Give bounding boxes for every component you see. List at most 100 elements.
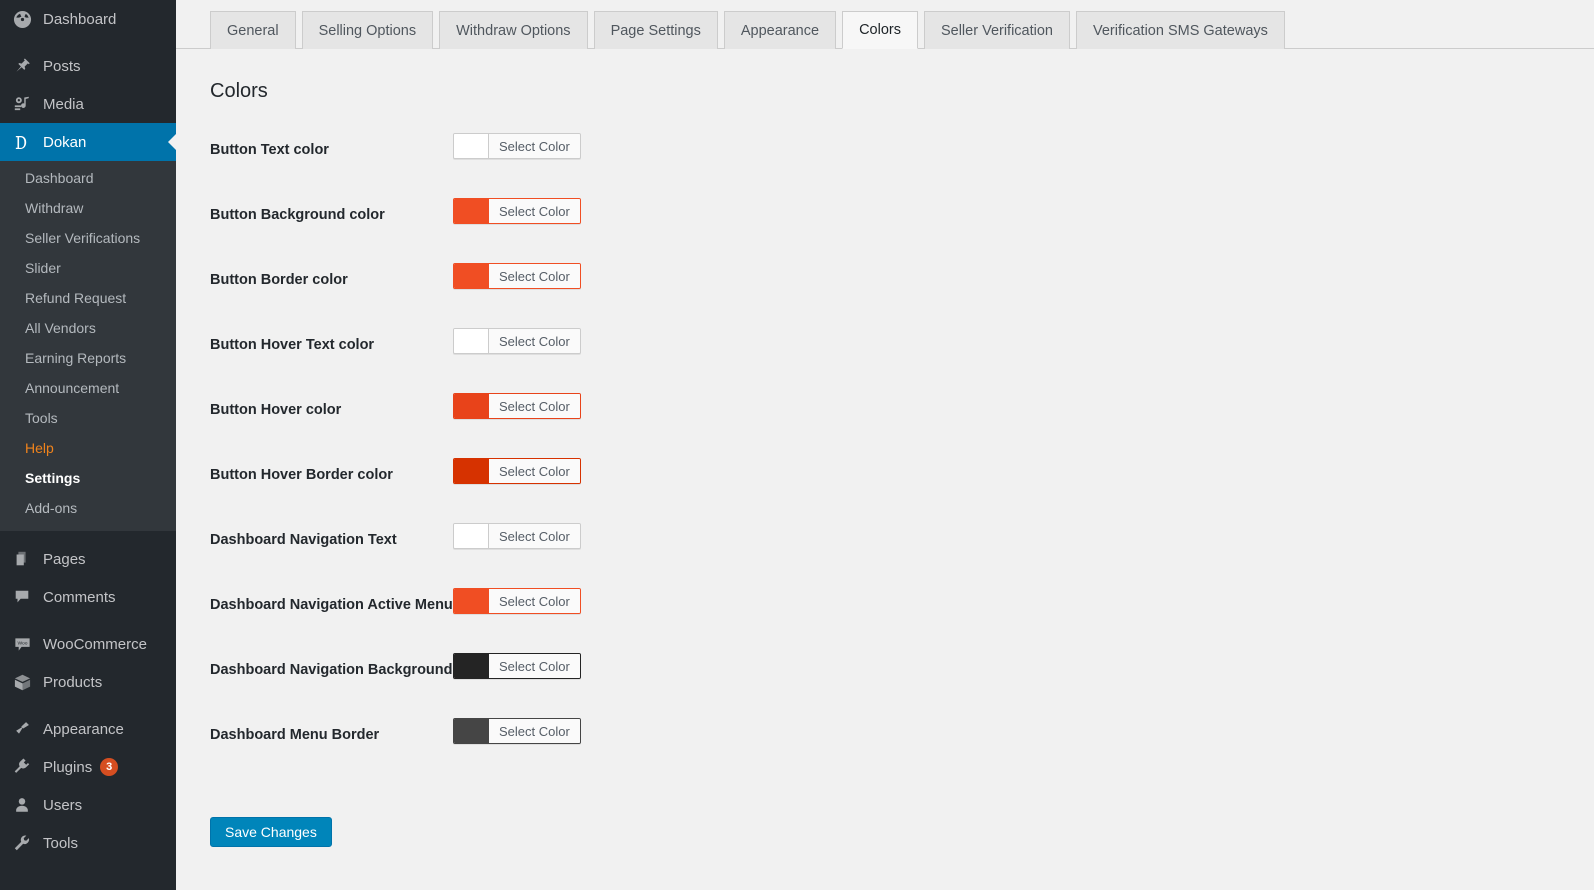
field-control: Select Color	[453, 523, 581, 553]
sidebar-item-label: Posts	[43, 57, 81, 75]
save-changes-button[interactable]: Save Changes	[210, 817, 332, 847]
color-swatch	[454, 524, 489, 548]
sidebar-item-plugins[interactable]: Plugins 3	[0, 748, 176, 786]
field-label: Button Hover Text color	[210, 337, 375, 353]
field-row-button-hover-color: Button Hover color Select Color	[210, 393, 1594, 458]
field-label: Dashboard Navigation Background	[210, 662, 453, 678]
pages-icon	[11, 548, 33, 570]
svg-text:Woo: Woo	[17, 640, 27, 646]
field-control: Select Color	[453, 198, 581, 228]
submenu-item-slider[interactable]: Slider	[0, 253, 176, 283]
color-swatch	[454, 199, 489, 223]
field-label: Button Text color	[210, 142, 329, 158]
color-picker-button-background-color[interactable]: Select Color	[453, 198, 581, 224]
submenu-item-withdraw[interactable]: Withdraw	[0, 193, 176, 223]
tab-withdraw-options[interactable]: Withdraw Options	[439, 11, 588, 49]
color-picker-dashboard-navigation-background[interactable]: Select Color	[453, 653, 581, 679]
user-icon	[11, 794, 33, 816]
dokan-submenu: Dashboard Withdraw Seller Verifications …	[0, 161, 176, 531]
products-box-icon	[11, 671, 33, 693]
field-row-button-hover-border-color: Button Hover Border color Select Color	[210, 458, 1594, 523]
select-color-button[interactable]: Select Color	[489, 394, 580, 418]
submenu-item-tools[interactable]: Tools	[0, 403, 176, 433]
field-label: Dashboard Menu Border	[210, 727, 380, 743]
sidebar-item-media[interactable]: Media	[0, 85, 176, 123]
select-color-button[interactable]: Select Color	[489, 134, 580, 158]
select-color-button[interactable]: Select Color	[489, 199, 580, 223]
admin-screen: Dashboard Posts Media Dokan Dashboard Wi…	[0, 0, 1594, 890]
sidebar-item-posts[interactable]: Posts	[0, 47, 176, 85]
sidebar-item-label: Products	[43, 673, 103, 691]
color-swatch	[454, 459, 489, 483]
field-label: Button Border color	[210, 272, 348, 288]
submenu-item-add-ons[interactable]: Add-ons	[0, 493, 176, 523]
sidebar-item-tools[interactable]: Tools	[0, 824, 176, 862]
tab-verification-sms-gateways[interactable]: Verification SMS Gateways	[1076, 11, 1285, 49]
color-swatch	[454, 329, 489, 353]
admin-sidebar: Dashboard Posts Media Dokan Dashboard Wi…	[0, 0, 176, 890]
tab-general[interactable]: General	[210, 11, 296, 49]
paintbrush-icon	[11, 718, 33, 740]
color-picker-dashboard-menu-border[interactable]: Select Color	[453, 718, 581, 744]
color-picker-button-hover-border-color[interactable]: Select Color	[453, 458, 581, 484]
main-content: General Selling Options Withdraw Options…	[176, 0, 1594, 890]
sidebar-item-dokan[interactable]: Dokan	[0, 123, 176, 161]
field-row-button-background-color: Button Background color Select Color	[210, 198, 1594, 263]
sidebar-item-appearance[interactable]: Appearance	[0, 710, 176, 748]
field-control: Select Color	[453, 588, 581, 618]
sidebar-item-pages[interactable]: Pages	[0, 540, 176, 578]
select-color-button[interactable]: Select Color	[489, 654, 580, 678]
sidebar-item-woocommerce[interactable]: Woo WooCommerce	[0, 625, 176, 663]
sidebar-separator	[0, 701, 176, 710]
submenu-item-refund-request[interactable]: Refund Request	[0, 283, 176, 313]
pin-icon	[11, 55, 33, 77]
field-row-dashboard-navigation-background: Dashboard Navigation Background Select C…	[210, 653, 1594, 718]
dashboard-icon	[11, 8, 33, 30]
field-label: Button Hover color	[210, 402, 342, 418]
field-control: Select Color	[453, 393, 581, 423]
field-label: Dashboard Navigation Active Menu	[210, 597, 453, 613]
tab-colors[interactable]: Colors	[842, 11, 918, 49]
select-color-button[interactable]: Select Color	[489, 459, 580, 483]
select-color-button[interactable]: Select Color	[489, 264, 580, 288]
page-title: Colors	[210, 80, 268, 102]
dokan-logo-icon	[11, 131, 33, 153]
select-color-button[interactable]: Select Color	[489, 329, 580, 353]
color-picker-button-hover-color[interactable]: Select Color	[453, 393, 581, 419]
sidebar-item-users[interactable]: Users	[0, 786, 176, 824]
submenu-item-seller-verifications[interactable]: Seller Verifications	[0, 223, 176, 253]
tab-seller-verification[interactable]: Seller Verification	[923, 11, 1070, 49]
sidebar-item-label: Media	[43, 95, 84, 113]
sidebar-item-label: Pages	[43, 550, 86, 568]
color-picker-dashboard-navigation-text[interactable]: Select Color	[453, 523, 581, 549]
plug-icon	[11, 756, 33, 778]
color-swatch	[454, 589, 489, 613]
sidebar-item-label: Dashboard	[43, 10, 117, 28]
sidebar-item-dashboard[interactable]: Dashboard	[0, 0, 176, 38]
sidebar-item-label: Tools	[43, 834, 79, 852]
select-color-button[interactable]: Select Color	[489, 719, 580, 743]
tab-appearance[interactable]: Appearance	[723, 11, 837, 49]
select-color-button[interactable]: Select Color	[489, 524, 580, 548]
sidebar-item-comments[interactable]: Comments	[0, 578, 176, 616]
color-picker-button-hover-text-color[interactable]: Select Color	[453, 328, 581, 354]
select-color-button[interactable]: Select Color	[489, 589, 580, 613]
sidebar-top-group: Dashboard Posts Media Dokan	[0, 0, 176, 161]
submenu-item-all-vendors[interactable]: All Vendors	[0, 313, 176, 343]
field-control: Select Color	[453, 458, 581, 488]
submenu-item-dashboard[interactable]: Dashboard	[0, 163, 176, 193]
submenu-item-settings[interactable]: Settings	[0, 463, 176, 493]
color-picker-button-border-color[interactable]: Select Color	[453, 263, 581, 289]
sidebar-item-products[interactable]: Products	[0, 663, 176, 701]
tab-page-settings[interactable]: Page Settings	[593, 11, 718, 49]
submenu-item-announcement[interactable]: Announcement	[0, 373, 176, 403]
color-picker-button-text-color[interactable]: Select Color	[453, 133, 581, 159]
submenu-item-help[interactable]: Help	[0, 433, 176, 463]
color-picker-dashboard-navigation-active-menu[interactable]: Select Color	[453, 588, 581, 614]
wrench-icon	[11, 832, 33, 854]
submenu-item-earning-reports[interactable]: Earning Reports	[0, 343, 176, 373]
field-control: Select Color	[453, 263, 581, 293]
sidebar-separator	[0, 531, 176, 540]
tab-selling-options[interactable]: Selling Options	[301, 11, 434, 49]
color-swatch	[454, 134, 489, 158]
